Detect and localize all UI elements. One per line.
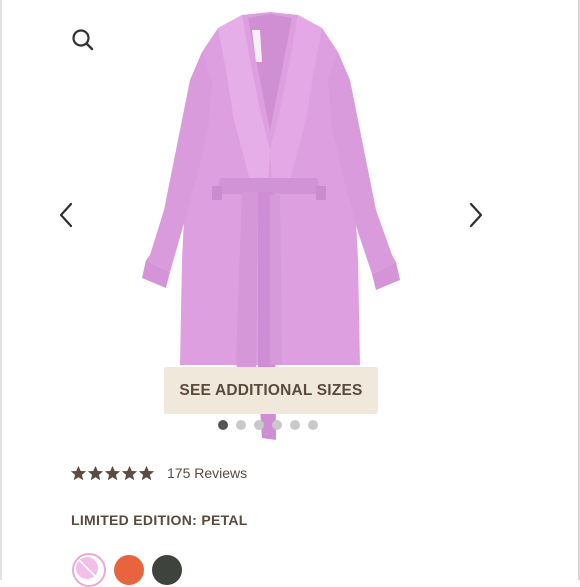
- chevron-right-icon[interactable]: [460, 200, 490, 230]
- carousel-dot[interactable]: [218, 420, 228, 430]
- chevron-left-icon[interactable]: [52, 200, 82, 230]
- selected-color-label: LIMITED EDITION: PETAL: [71, 512, 248, 528]
- star-icon: [87, 465, 104, 480]
- carousel-dot[interactable]: [236, 420, 246, 430]
- carousel-dot[interactable]: [254, 420, 264, 430]
- star-icon: [104, 465, 121, 480]
- see-additional-sizes-button[interactable]: SEE ADDITIONAL SIZES: [164, 367, 378, 414]
- rating-summary[interactable]: 175 Reviews: [70, 462, 247, 484]
- color-swatch-dark[interactable]: [152, 555, 182, 585]
- star-icon: [138, 465, 155, 480]
- carousel-dot[interactable]: [290, 420, 300, 430]
- search-icon[interactable]: [70, 27, 96, 53]
- star-rating: [70, 465, 155, 482]
- color-swatch-orange[interactable]: [114, 555, 144, 585]
- star-icon: [121, 465, 138, 480]
- star-icon: [70, 465, 87, 480]
- reviews-link[interactable]: 175 Reviews: [167, 465, 247, 481]
- carousel-dot[interactable]: [308, 420, 318, 430]
- color-swatch-petal[interactable]: [72, 553, 106, 587]
- carousel-dot[interactable]: [272, 420, 282, 430]
- carousel-dots: [218, 420, 318, 430]
- product-gallery[interactable]: SEE ADDITIONAL SIZES: [0, 0, 580, 440]
- color-swatches: [72, 553, 182, 587]
